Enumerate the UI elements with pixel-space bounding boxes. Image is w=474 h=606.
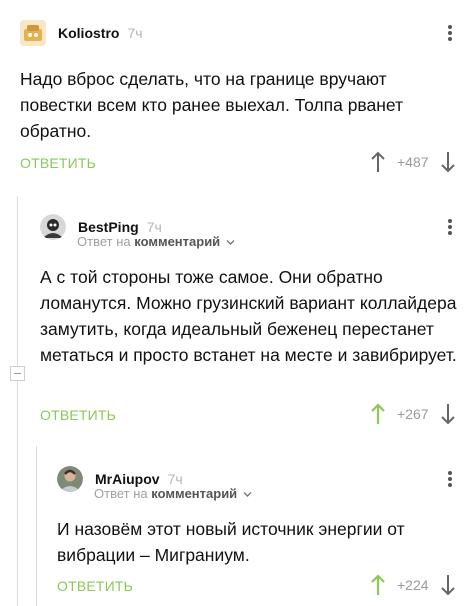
reply-to-link[interactable]: Ответ на комментарий <box>77 234 235 249</box>
rating: +487 <box>371 151 455 173</box>
downvote-icon[interactable] <box>440 574 455 596</box>
comment-text: Надо вброс сделать, что на границе вруча… <box>20 69 404 141</box>
score: +224 <box>397 577 429 593</box>
chevron-down-icon <box>243 492 252 497</box>
chevron-down-icon <box>226 240 235 245</box>
timestamp: 7ч <box>146 219 162 235</box>
more-options-icon[interactable] <box>445 22 455 44</box>
thread-line <box>17 196 18 606</box>
upvote-icon[interactable] <box>371 151 385 173</box>
reply-to-prefix: Ответ на <box>94 486 148 501</box>
upvote-icon[interactable] <box>371 403 385 425</box>
comment-header: Koliostro 7ч <box>20 20 143 46</box>
upvote-icon[interactable] <box>371 574 385 596</box>
avatar[interactable] <box>57 466 83 492</box>
comment-text: И назовём этот новый источник энергии от… <box>57 519 405 565</box>
thread-line-nested <box>36 446 37 606</box>
timestamp: 7ч <box>167 471 183 487</box>
author-name[interactable]: Koliostro <box>58 25 119 41</box>
reply-button[interactable]: ОТВЕТИТЬ <box>20 155 96 171</box>
reply-to-target[interactable]: комментарий <box>134 234 220 249</box>
reply-to-link[interactable]: Ответ на комментарий <box>94 486 252 501</box>
avatar[interactable] <box>40 214 66 240</box>
downvote-icon[interactable] <box>440 151 455 173</box>
reply-to-target[interactable]: комментарий <box>151 486 237 501</box>
reply-button[interactable]: ОТВЕТИТЬ <box>57 578 133 594</box>
more-options-icon[interactable] <box>445 216 455 238</box>
score: +267 <box>397 406 429 422</box>
score: +487 <box>397 154 429 170</box>
comment-text: А с той стороны тоже самое. Они обратно … <box>40 267 457 365</box>
collapse-thread-button[interactable] <box>10 366 25 381</box>
rating: +267 <box>371 403 455 425</box>
reply-button[interactable]: ОТВЕТИТЬ <box>40 407 116 423</box>
more-options-icon[interactable] <box>445 468 455 490</box>
reply-to-prefix: Ответ на <box>77 234 131 249</box>
timestamp: 7ч <box>127 25 143 41</box>
author-name[interactable]: MrAiupov <box>95 471 160 487</box>
downvote-icon[interactable] <box>440 403 455 425</box>
rating: +224 <box>371 574 455 596</box>
avatar[interactable] <box>20 20 46 46</box>
author-name[interactable]: BestPing <box>78 219 139 235</box>
